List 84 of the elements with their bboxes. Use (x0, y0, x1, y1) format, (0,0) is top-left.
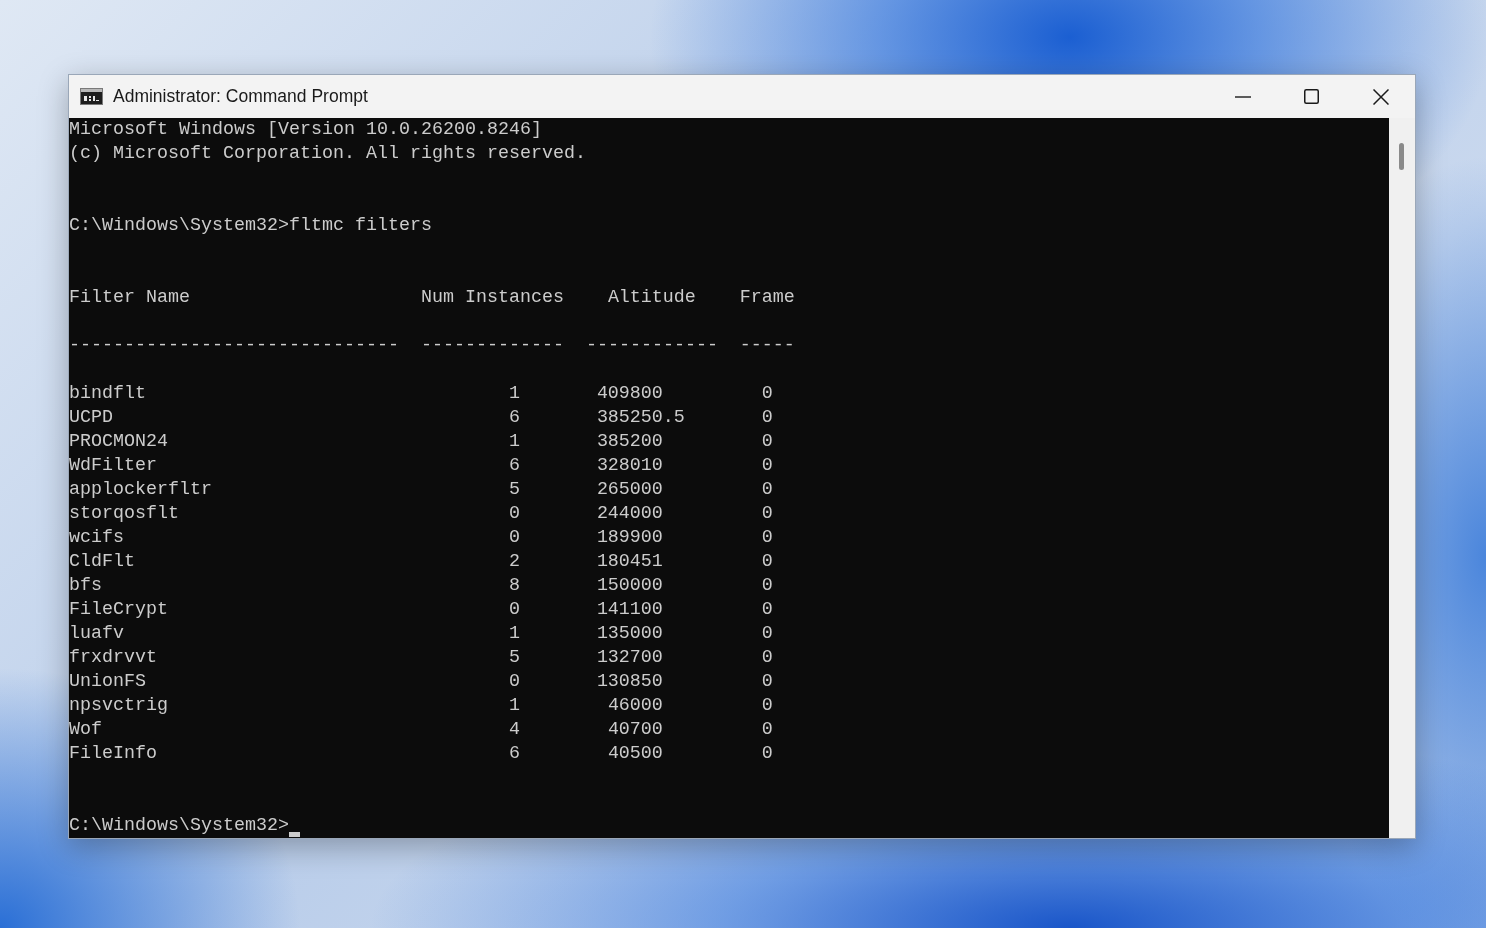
altitude-value: 130850 (596, 671, 663, 692)
instance-count: 6 (508, 455, 520, 476)
scrollbar-thumb[interactable] (1399, 143, 1404, 170)
altitude-value: 244000 (596, 503, 663, 524)
instance-count: 1 (508, 431, 520, 452)
frame-value: 0 (761, 575, 773, 596)
header-underline: ----- (739, 335, 795, 356)
maximize-icon (1304, 89, 1319, 104)
frame-value: 0 (761, 551, 773, 572)
instance-count: 0 (508, 671, 520, 692)
filter-name: storqosflt (69, 503, 179, 524)
frame-value: 0 (761, 599, 773, 620)
frame-value: 0 (761, 623, 773, 644)
filter-name: wcifs (69, 527, 124, 548)
instance-count: 6 (508, 407, 520, 428)
frame-value: 0 (761, 527, 773, 548)
text-cursor (289, 832, 300, 837)
altitude-value: 135000 (596, 623, 663, 644)
column-header: Num Instances (420, 287, 564, 308)
filter-name: luafv (69, 623, 124, 644)
frame-value: 0 (761, 671, 773, 692)
command-prompt: C:\Windows\System32> (69, 814, 289, 838)
altitude-value: 385200 (596, 431, 663, 452)
altitude-value: 150000 (596, 575, 663, 596)
close-icon (1372, 88, 1389, 105)
instance-count: 5 (508, 479, 520, 500)
frame-value: 0 (761, 503, 773, 524)
frame-value: 0 (761, 407, 773, 428)
instance-count: 0 (508, 503, 520, 524)
filter-name: UCPD (69, 407, 113, 428)
header-underline: ------------------------------ (69, 335, 399, 356)
filter-name: bfs (69, 575, 102, 596)
filter-name: FileCrypt (69, 599, 168, 620)
instance-count: 2 (508, 551, 520, 572)
header-underline: ------------ (585, 335, 718, 356)
filter-name: FileInfo (69, 743, 157, 764)
altitude-value: 180451 (596, 551, 663, 572)
scrollbar-track[interactable] (1389, 118, 1415, 838)
frame-value: 0 (761, 383, 773, 404)
altitude-value: 189900 (596, 527, 663, 548)
frame-value: 0 (761, 743, 773, 764)
frame-value: 0 (761, 431, 773, 452)
altitude-value: 328010 (596, 455, 663, 476)
console-text: (c) Microsoft Corporation. All rights reserved. (69, 143, 586, 164)
altitude-value: 40500 (607, 743, 663, 764)
instance-count: 6 (508, 743, 520, 764)
instance-count: 1 (508, 383, 520, 404)
instance-count: 0 (508, 599, 520, 620)
filter-name: npsvctrig (69, 695, 168, 716)
terminal-icon (80, 88, 103, 105)
header-underline: ------------- (420, 335, 564, 356)
frame-value: 0 (761, 455, 773, 476)
instance-count: 5 (508, 647, 520, 668)
instance-count: 4 (508, 719, 520, 740)
filter-name: frxdrvvt (69, 647, 157, 668)
instance-count: 1 (508, 695, 520, 716)
column-header: Filter Name (69, 287, 190, 308)
column-header: Frame (739, 287, 795, 308)
instance-count: 0 (508, 527, 520, 548)
instance-count: 1 (508, 623, 520, 644)
frame-value: 0 (761, 719, 773, 740)
frame-value: 0 (761, 647, 773, 668)
filter-name: CldFlt (69, 551, 135, 572)
altitude-value: 46000 (607, 695, 663, 716)
column-header: Altitude (607, 287, 696, 308)
filter-name: Wof (69, 719, 102, 740)
console-text: Microsoft Windows [Version 10.0.26200.8246] (69, 119, 542, 140)
filter-name: WdFilter (69, 455, 157, 476)
frame-value: 0 (761, 695, 773, 716)
altitude-value: 409800 (596, 383, 663, 404)
altitude-value: 265000 (596, 479, 663, 500)
command-line: C:\Windows\System32>fltmc filters (69, 215, 432, 236)
filter-name: UnionFS (69, 671, 146, 692)
frame-value: 0 (761, 479, 773, 500)
altitude-value: 141100 (596, 599, 663, 620)
filter-name: PROCMON24 (69, 431, 168, 452)
filter-name: applockerfltr (69, 479, 212, 500)
altitude-value: 385250.5 (596, 407, 685, 428)
altitude-value: 40700 (607, 719, 663, 740)
instance-count: 8 (508, 575, 520, 596)
altitude-value: 132700 (596, 647, 663, 668)
filter-name: bindflt (69, 383, 146, 404)
window-title: Administrator: Command Prompt (113, 86, 368, 107)
minimize-icon (1234, 95, 1251, 98)
